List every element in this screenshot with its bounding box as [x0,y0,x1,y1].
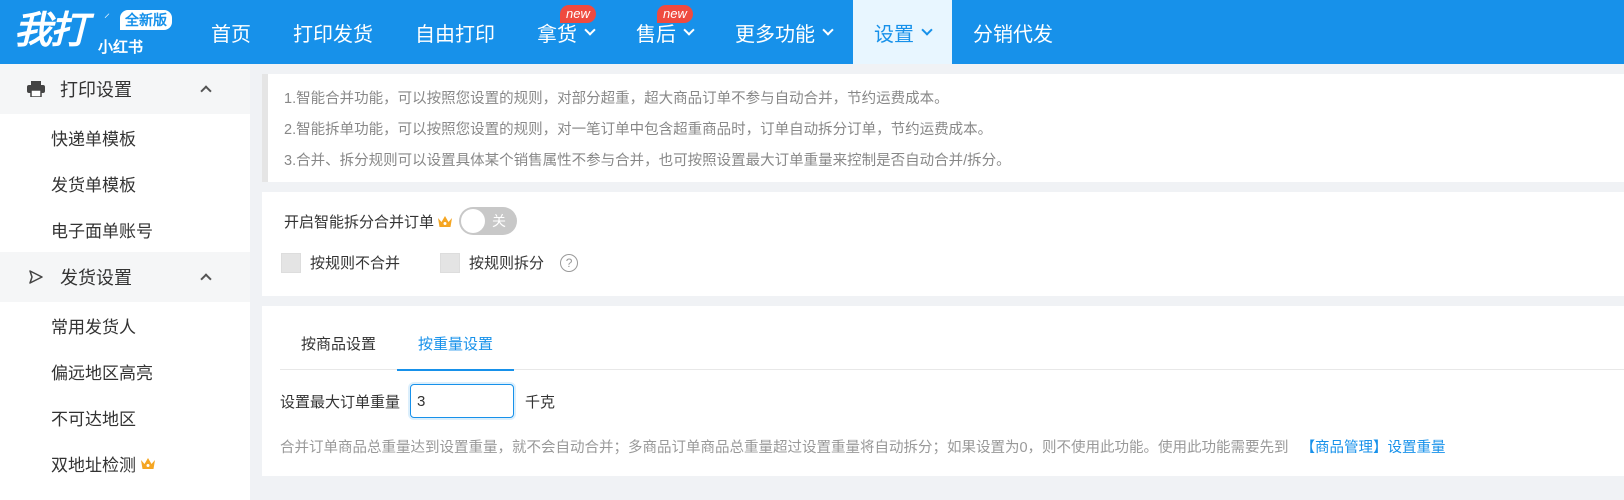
weight-unit: 千克 [525,393,556,411]
nav-item-home[interactable]: 首页 [190,0,272,64]
nav-label: 首页 [211,23,251,46]
nav-item-more[interactable]: 更多功能 [714,0,853,64]
split-options: 按规则不合并 按规则拆分 ? [281,252,1624,273]
sidebar-item-label: 电子面单账号 [51,221,153,241]
max-weight-label: 设置最大订单重量 [280,393,401,411]
sidebar-item-label: 发货单模板 [51,175,136,195]
smart-split-toggle[interactable]: 关 [459,207,518,235]
nav-label: 打印发货 [293,23,373,46]
weight-hint-text: 合并订单商品总重量达到设置重量，就不会自动合并；多商品订单商品总重量超过设置重量… [280,440,1289,456]
sidebar-item-express-template[interactable]: 快递单模板 [0,114,250,160]
new-badge: new [560,5,596,23]
nav-item-distribution[interactable]: 分销代发 [952,0,1074,64]
chevron-up-icon [200,85,212,97]
nav-item-after-sales[interactable]: 售后 new [615,0,714,64]
sidebar-item-label: 常用发货人 [51,317,136,337]
sidebar: 打印设置 快递单模板 发货单模板 电子面单账号 发货设置 常用发货人 偏远地区高… [0,64,250,500]
sidebar-item-unreachable-area[interactable]: 不可达地区 [0,394,250,440]
tab-label: 按重量设置 [418,336,494,353]
notice-line: 1.智能合并功能，可以按照您设置的规则，对部分超重，超大商品订单不参与自动合并，… [284,91,949,107]
notice-line: 2.智能拆单功能，可以按照您设置的规则，对一笔订单中包含超重商品时，订单自动拆分… [284,122,993,138]
chevron-down-icon [822,24,834,36]
nav-label: 设置 [874,23,914,46]
brand-logo[interactable]: 我打 ⸝ 全新版 小红书 [0,0,190,64]
sidebar-item-label: 双地址检测 [51,455,136,475]
nav-label: 分销代发 [973,23,1053,46]
smart-split-row: 开启智能拆分合并订单 关 [284,206,1624,236]
tab-label: 按商品设置 [301,336,377,353]
toggle-state-label: 关 [492,213,507,229]
option-no-merge[interactable]: 按规则不合并 [281,252,400,273]
spark-icon: ⸝ [104,6,111,20]
max-weight-row: 设置最大订单重量 千克 [280,384,555,418]
nav-item-free-print[interactable]: 自由打印 [394,0,516,64]
sidebar-item-remote-highlight[interactable]: 偏远地区高亮 [0,348,250,394]
sidebar-item-delivery-template[interactable]: 发货单模板 [0,160,250,206]
brand-sub: 小红书 [98,39,144,56]
send-icon [26,269,46,285]
feature-notice: 1.智能合并功能，可以按照您设置的规则，对部分超重，超大商品订单不参与自动合并，… [262,74,1624,182]
tab-by-product[interactable]: 按商品设置 [280,324,397,370]
toggle-knob [461,209,486,233]
no-merge-checkbox[interactable] [281,252,301,273]
max-weight-input[interactable] [410,384,515,418]
weight-hint: 合并订单商品总重量达到设置重量，就不会自动合并；多商品订单商品总重量超过设置重量… [280,436,1446,457]
chevron-down-icon [683,24,695,36]
new-badge: new [657,5,693,23]
sidebar-item-dual-address-check[interactable]: 双地址检测 [0,440,250,486]
crown-icon [141,457,155,469]
brand-name: 我打 [14,7,88,52]
nav-label: 自由打印 [415,23,495,46]
sidebar-item-common-sender[interactable]: 常用发货人 [0,302,250,348]
sidebar-group-label: 打印设置 [60,80,132,100]
notice-line: 3.合并、拆分规则可以设置具体某个销售属性不参与合并，也可按照设置最大订单重量来… [284,153,1011,169]
nav-label: 更多功能 [735,23,815,46]
sidebar-group-label: 发货设置 [60,268,132,288]
sidebar-item-e-waybill-account[interactable]: 电子面单账号 [0,206,250,252]
main-nav: 首页 打印发货 自由打印 拿货 new 售后 new 更多功能 设置 分销代发 [190,0,1074,64]
help-icon[interactable]: ? [560,253,579,272]
chevron-down-icon [584,24,596,36]
nav-item-settings[interactable]: 设置 [853,0,952,64]
option-label: 按规则拆分 [469,255,545,272]
product-management-link[interactable]: 【商品管理】设置重量 [1301,440,1446,456]
sidebar-item-label: 偏远地区高亮 [51,363,153,383]
printer-icon [26,81,46,97]
top-navbar: 我打 ⸝ 全新版 小红书 首页 打印发货 自由打印 拿货 new 售后 new … [0,0,1624,64]
edition-badge: 全新版 [120,10,172,30]
chevron-up-icon [200,273,212,285]
crown-icon [438,215,453,227]
rule-settings-panel: 按商品设置 按重量设置 设置最大订单重量 千克 合并订单商品总重量达到设置重量，… [262,306,1624,476]
sidebar-group-print-settings[interactable]: 打印设置 [0,64,250,114]
split-checkbox[interactable] [440,252,461,273]
nav-item-pickup[interactable]: 拿货 new [516,0,615,64]
sidebar-item-label: 快递单模板 [51,129,136,149]
option-split[interactable]: 按规则拆分 [440,252,544,273]
option-label: 按规则不合并 [310,255,401,272]
tab-by-weight[interactable]: 按重量设置 [397,324,515,371]
sidebar-group-ship-settings[interactable]: 发货设置 [0,252,250,302]
rule-tabs: 按商品设置 按重量设置 [280,324,1624,371]
chevron-down-icon [921,24,933,36]
sidebar-item-label: 不可达地区 [51,409,136,429]
nav-item-print-ship[interactable]: 打印发货 [272,0,394,64]
smart-split-panel: 开启智能拆分合并订单 关 按规则不合并 按规则拆分 ? [262,192,1624,296]
smart-split-label: 开启智能拆分合并订单 [284,213,435,231]
